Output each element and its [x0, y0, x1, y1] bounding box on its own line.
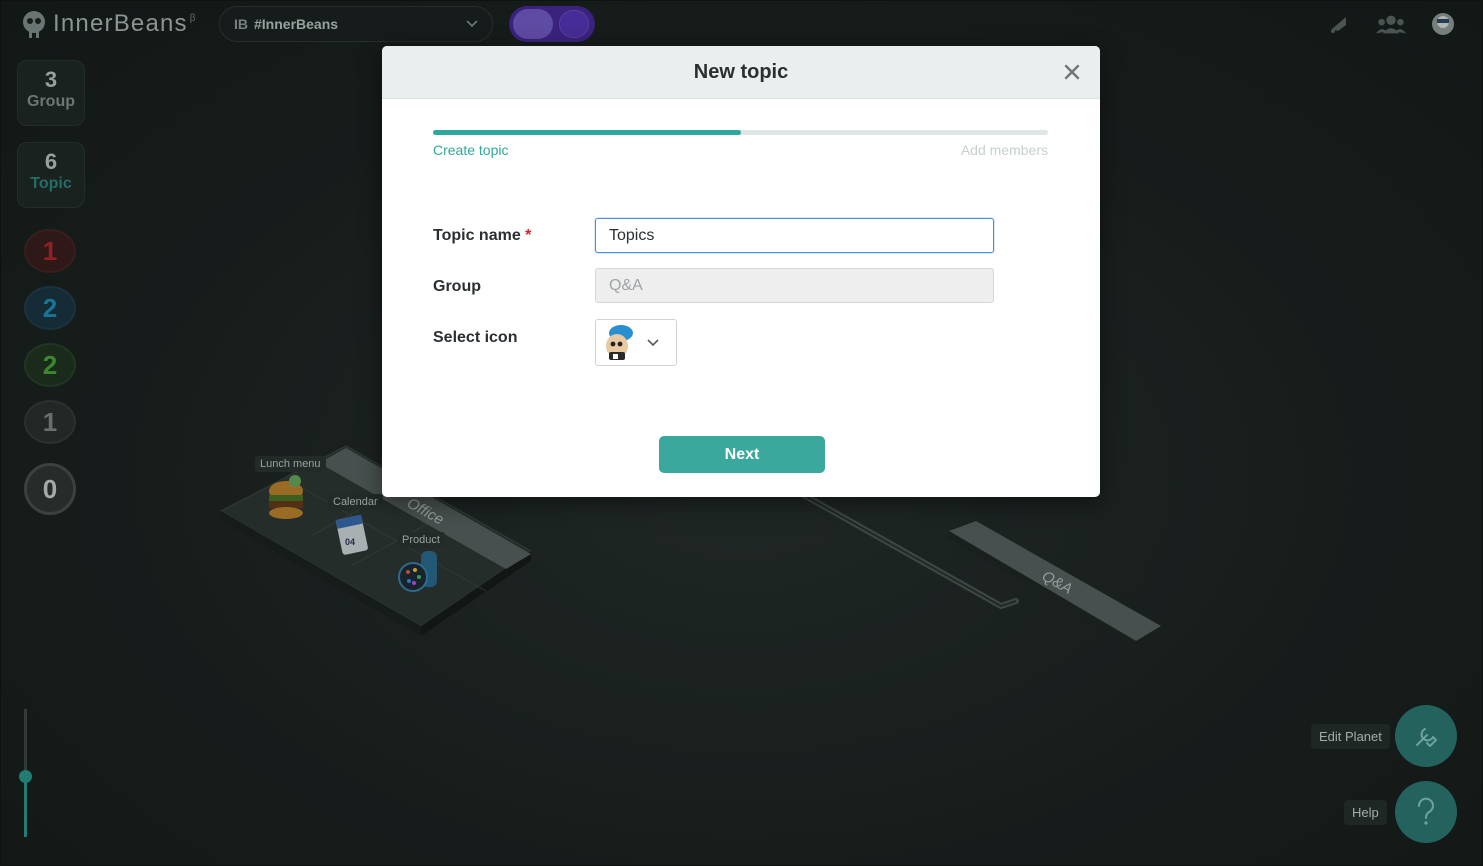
close-button[interactable]	[1058, 58, 1086, 86]
topic-name-label-text: Topic name	[433, 227, 521, 244]
required-mark: *	[525, 227, 532, 244]
chef-bean-icon	[606, 324, 633, 360]
chevron-down-icon	[647, 338, 659, 346]
wizard-progress-fill	[433, 130, 741, 135]
select-icon-label: Select icon	[433, 329, 518, 346]
step-create-topic: Create topic	[433, 142, 509, 158]
icon-select-dropdown[interactable]	[595, 319, 677, 366]
wizard-progress-bar	[433, 130, 1048, 135]
topic-name-label: Topic name *	[433, 227, 531, 245]
close-icon	[1064, 64, 1080, 80]
group-field-label: Group	[433, 278, 481, 295]
app-window: Office Q&A 04 Lunch menu Calendar Produc…	[0, 0, 1483, 866]
new-topic-dialog: New topic Create topic Add members Topic…	[382, 46, 1100, 497]
dialog-header: New topic	[382, 46, 1100, 99]
topic-name-input[interactable]	[595, 218, 994, 253]
step-add-members: Add members	[960, 142, 1048, 158]
dialog-title: New topic	[693, 60, 789, 83]
group-field-input	[595, 268, 994, 303]
next-button[interactable]: Next	[659, 436, 825, 473]
